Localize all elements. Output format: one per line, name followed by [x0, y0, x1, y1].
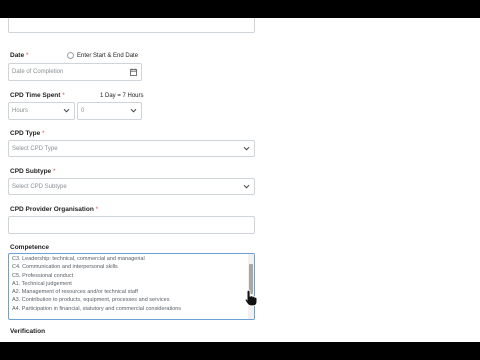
list-item[interactable]: A4. Participation in financial, statutor…: [9, 305, 246, 313]
cpd-type-label: CPD Type *: [10, 130, 45, 137]
list-item[interactable]: A2. Management of resources and/or techn…: [9, 288, 246, 296]
previous-field[interactable]: [8, 18, 255, 33]
competence-list: C3. Leadership: technical, commercial an…: [9, 255, 246, 313]
chevron-down-icon: [243, 146, 250, 150]
date-label: Date *: [10, 52, 29, 59]
competence-label: Competence: [10, 244, 50, 251]
chevron-down-icon: [130, 108, 137, 113]
hand-cursor-icon: [244, 289, 258, 307]
cpd-form-page: Date * Enter Start & End Date Date of Co…: [0, 18, 480, 342]
chevron-down-icon: [63, 108, 70, 113]
cpd-type-select[interactable]: Select CPD Type: [8, 140, 255, 157]
list-item[interactable]: A1. Technical judgement: [9, 280, 246, 288]
time-amount-select[interactable]: 0: [77, 102, 142, 120]
competence-scrollbar[interactable]: [248, 254, 254, 319]
day-hours-note: 1 Day = 7 Hours: [100, 92, 144, 99]
list-item[interactable]: A3. Contribution to products, equipment,…: [9, 296, 246, 304]
list-item[interactable]: C4. Communication and interpersonal skil…: [9, 263, 246, 271]
provider-label: CPD Provider Organisation *: [10, 206, 99, 213]
list-item[interactable]: C5. Professional conduct: [9, 272, 246, 280]
date-input[interactable]: Date of Completion: [8, 63, 142, 81]
time-unit-select[interactable]: Hours: [8, 102, 75, 120]
time-spent-label: CPD Time Spent *: [10, 92, 65, 99]
verification-label: Verification: [10, 328, 46, 335]
start-end-date-radio[interactable]: [67, 52, 74, 59]
start-end-date-label: Enter Start & End Date: [77, 52, 139, 59]
cpd-subtype-label: CPD Subtype *: [10, 168, 56, 175]
chevron-down-icon: [243, 184, 250, 188]
provider-input[interactable]: [8, 216, 255, 234]
list-item[interactable]: C3. Leadership: technical, commercial an…: [9, 255, 246, 263]
cpd-subtype-select[interactable]: Select CPD Subtype: [8, 178, 255, 195]
calendar-icon[interactable]: [130, 68, 137, 76]
competence-listbox[interactable]: C3. Leadership: technical, commercial an…: [8, 253, 255, 320]
